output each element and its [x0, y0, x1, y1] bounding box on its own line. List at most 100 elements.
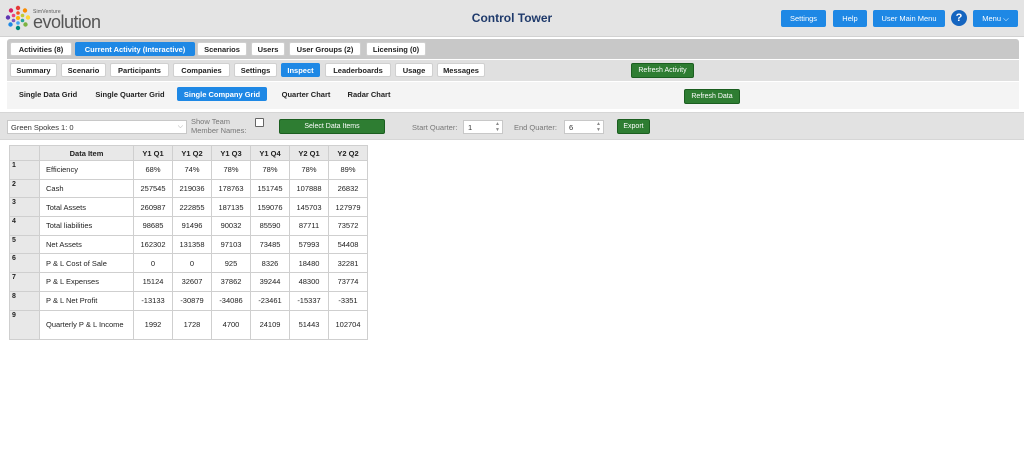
start-quarter-value: 1 [468, 122, 473, 132]
activity-subtabs: Summary Scenario Participants Companies … [7, 60, 1019, 81]
menu-button[interactable]: Menu ⌵ [973, 10, 1018, 27]
table-row: 4 Total liabilities 98685 91496 90032 85… [9, 216, 368, 236]
row-index: 9 [9, 309, 40, 340]
start-quarter-label: Start Quarter: [412, 123, 458, 132]
cell-value: -13133 [133, 290, 173, 311]
tab-messages[interactable]: Messages [437, 63, 485, 77]
row-index: 2 [9, 178, 40, 199]
cell-value: 87711 [289, 216, 329, 236]
cell-value: 85590 [250, 216, 290, 236]
tab-users[interactable]: Users [251, 42, 285, 56]
tab-activities[interactable]: Activities (8) [10, 42, 72, 56]
show-team-member-names-checkbox[interactable] [255, 118, 264, 127]
help-button[interactable]: Help [833, 10, 867, 27]
select-data-items-button[interactable]: Select Data Items [279, 119, 385, 134]
tab-current-activity[interactable]: Current Activity (Interactive) [75, 42, 195, 56]
user-main-menu-button[interactable]: User Main Menu [873, 10, 945, 27]
row-label: Efficiency [39, 160, 134, 180]
table-row: 3 Total Assets 260987 222855 187135 1590… [9, 197, 368, 218]
cell-value: 74% [172, 160, 212, 180]
help-circle-icon[interactable]: ? [951, 10, 967, 26]
cell-value: 91496 [172, 216, 212, 236]
tab-single-data-grid[interactable]: Single Data Grid [12, 87, 84, 101]
row-label: Total Assets [39, 197, 134, 218]
start-quarter-stepper[interactable]: 1 ▲ ▼ [463, 120, 503, 134]
cell-value: 39244 [250, 272, 290, 292]
show-team-label: Show Team Member Names: [191, 117, 246, 135]
cell-value: 37862 [211, 272, 251, 292]
table-row: 5 Net Assets 162302 131358 97103 73485 5… [9, 234, 368, 255]
end-quarter-stepper[interactable]: 6 ▲ ▼ [564, 120, 604, 134]
stepper-arrows-icon[interactable]: ▲ ▼ [495, 121, 500, 133]
cell-value: 73774 [328, 272, 368, 292]
export-button[interactable]: Export [617, 119, 650, 134]
tab-radar-chart[interactable]: Radar Chart [343, 87, 395, 101]
index-header [9, 145, 40, 161]
cell-value: 51443 [289, 309, 329, 340]
evolution-logo-icon [5, 5, 31, 31]
row-index: 6 [9, 253, 40, 274]
cell-value: 57993 [289, 234, 329, 255]
cell-value: 102704 [328, 309, 368, 340]
cell-value: 4700 [211, 309, 251, 340]
cell-value: 187135 [211, 197, 251, 218]
cell-value: 162302 [133, 234, 173, 255]
show-team-label-line1: Show Team [191, 117, 231, 126]
cell-value: 222855 [172, 197, 212, 218]
cell-value: 54408 [328, 234, 368, 255]
table-row: 6 P & L Cost of Sale 0 0 925 8326 18480 … [9, 253, 368, 274]
table-row: 1 Efficiency 68% 74% 78% 78% 78% 89% [9, 160, 368, 180]
cell-value: 32607 [172, 272, 212, 292]
cell-value: -15337 [289, 290, 329, 311]
tab-quarter-chart[interactable]: Quarter Chart [277, 87, 335, 101]
cell-value: 18480 [289, 253, 329, 274]
tab-companies[interactable]: Companies [173, 63, 230, 77]
tab-single-quarter-grid[interactable]: Single Quarter Grid [91, 87, 169, 101]
cell-value: -23461 [250, 290, 290, 311]
tab-usage[interactable]: Usage [395, 63, 433, 77]
cell-value: -3351 [328, 290, 368, 311]
cell-value: 131358 [172, 234, 212, 255]
tab-inspect[interactable]: Inspect [281, 63, 320, 77]
table-row: 2 Cash 257545 219036 178763 151745 10788… [9, 178, 368, 199]
tab-licensing[interactable]: Licensing (0) [366, 42, 426, 56]
cell-value: 90032 [211, 216, 251, 236]
row-index: 1 [9, 160, 40, 180]
cell-value: 159076 [250, 197, 290, 218]
refresh-activity-button[interactable]: Refresh Activity [631, 63, 694, 78]
row-label: Cash [39, 178, 134, 199]
tab-scenarios[interactable]: Scenarios [197, 42, 247, 56]
refresh-data-button[interactable]: Refresh Data [684, 89, 740, 104]
tab-settings[interactable]: Settings [234, 63, 277, 77]
cell-value: 260987 [133, 197, 173, 218]
stepper-arrows-icon[interactable]: ▲ ▼ [596, 121, 601, 133]
cell-value: 78% [250, 160, 290, 180]
settings-button[interactable]: Settings [781, 10, 826, 27]
company-data-grid: Data Item Y1 Q1 Y1 Q2 Y1 Q3 Y1 Q4 Y2 Q1 … [9, 145, 368, 340]
main-tabs: Activities (8) Current Activity (Interac… [7, 39, 1019, 59]
end-quarter-value: 6 [569, 122, 574, 132]
tab-participants[interactable]: Participants [110, 63, 169, 77]
row-index: 8 [9, 290, 40, 311]
column-header: Y1 Q4 [250, 145, 290, 161]
cell-value: 15124 [133, 272, 173, 292]
column-header: Data Item [39, 145, 134, 161]
tab-scenario[interactable]: Scenario [61, 63, 106, 77]
cell-value: 78% [289, 160, 329, 180]
chevron-down-icon: ⌵ [177, 123, 183, 130]
row-label: Quarterly P & L Income [39, 309, 134, 340]
row-label: Net Assets [39, 234, 134, 255]
tab-leaderboards[interactable]: Leaderboards [325, 63, 391, 77]
cell-value: 0 [133, 253, 173, 274]
cell-value: 73485 [250, 234, 290, 255]
cell-value: 26832 [328, 178, 368, 199]
tab-single-company-grid[interactable]: Single Company Grid [177, 87, 267, 101]
cell-value: 127979 [328, 197, 368, 218]
cell-value: 89% [328, 160, 368, 180]
end-quarter-label: End Quarter: [514, 123, 557, 132]
tab-summary[interactable]: Summary [10, 63, 57, 77]
row-label: P & L Cost of Sale [39, 253, 134, 274]
company-select[interactable]: Green Spokes 1: 0 ⌵ [7, 120, 187, 134]
tab-user-groups[interactable]: User Groups (2) [289, 42, 361, 56]
cell-value: 0 [172, 253, 212, 274]
